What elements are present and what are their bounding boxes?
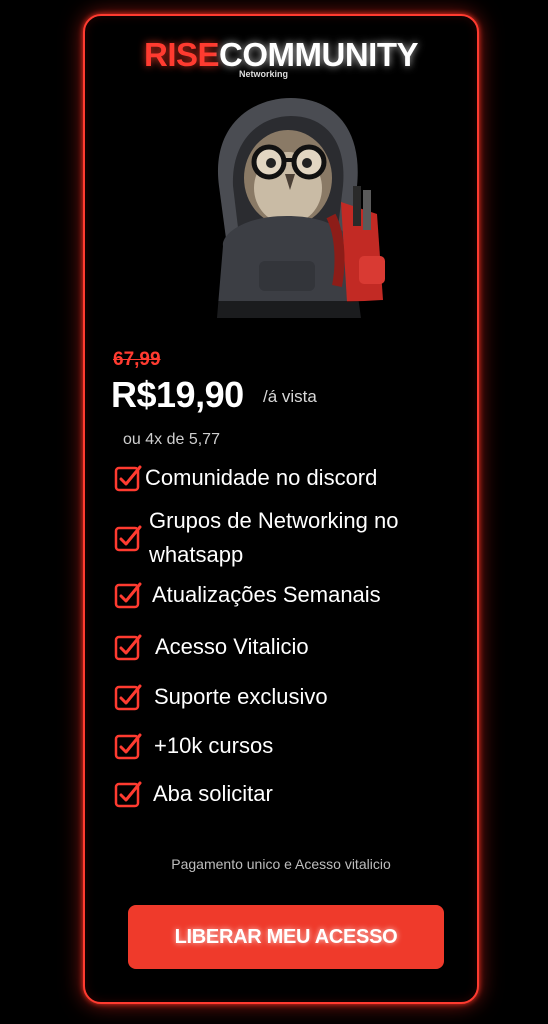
installments-text: ou 4x de 5,77 <box>123 431 220 448</box>
feature-label: Suporte exclusivo <box>154 684 328 709</box>
feature-item: Grupos de Networking no whatsapp <box>113 504 449 572</box>
feature-item: Acesso Vitalicio <box>113 630 309 664</box>
feature-label: Acesso Vitalicio <box>155 634 309 659</box>
current-price: R$19,90 <box>111 374 244 415</box>
brand-subtitle: Networking <box>239 69 289 79</box>
feature-item: Suporte exclusivo <box>113 680 328 714</box>
checkbox-check-icon <box>114 465 142 492</box>
feature-item: +10k cursos <box>113 729 273 763</box>
feature-label: Aba solicitar <box>153 781 273 806</box>
page: RISECOMMUNITY Networking 67,99 R$19,90 /… <box>0 0 548 1024</box>
checkbox-check-icon <box>114 733 142 760</box>
feature-label: Atualizações Semanais <box>152 582 381 607</box>
checkbox-check-icon <box>114 781 142 808</box>
feature-label: Grupos de Networking no whatsapp <box>149 508 399 567</box>
checkbox-check-icon <box>114 525 142 552</box>
feature-label: Comunidade no discord <box>145 465 378 490</box>
feature-item: Comunidade no discord <box>113 461 377 495</box>
feature-label: +10k cursos <box>154 733 274 758</box>
brand-logo: RISECOMMUNITY <box>85 38 477 71</box>
brand-community: COMMUNITY <box>219 36 418 73</box>
unlock-access-button[interactable]: LIBERAR MEU ACESSO <box>128 905 444 969</box>
original-price: 67,99 <box>113 349 161 370</box>
checkbox-check-icon <box>114 684 142 711</box>
owl-mascot-image <box>191 98 391 326</box>
feature-item: Aba solicitar <box>113 777 273 811</box>
checkbox-check-icon <box>114 582 142 609</box>
checkbox-check-icon <box>114 634 142 661</box>
pricing-card: RISECOMMUNITY Networking 67,99 R$19,90 /… <box>83 14 479 1004</box>
brand-rise: RISE <box>143 36 220 73</box>
feature-item: Atualizações Semanais <box>113 578 381 612</box>
payment-note: Pagamento unico e Acesso vitalicio <box>171 856 391 872</box>
price-suffix: /á vista <box>263 387 317 406</box>
